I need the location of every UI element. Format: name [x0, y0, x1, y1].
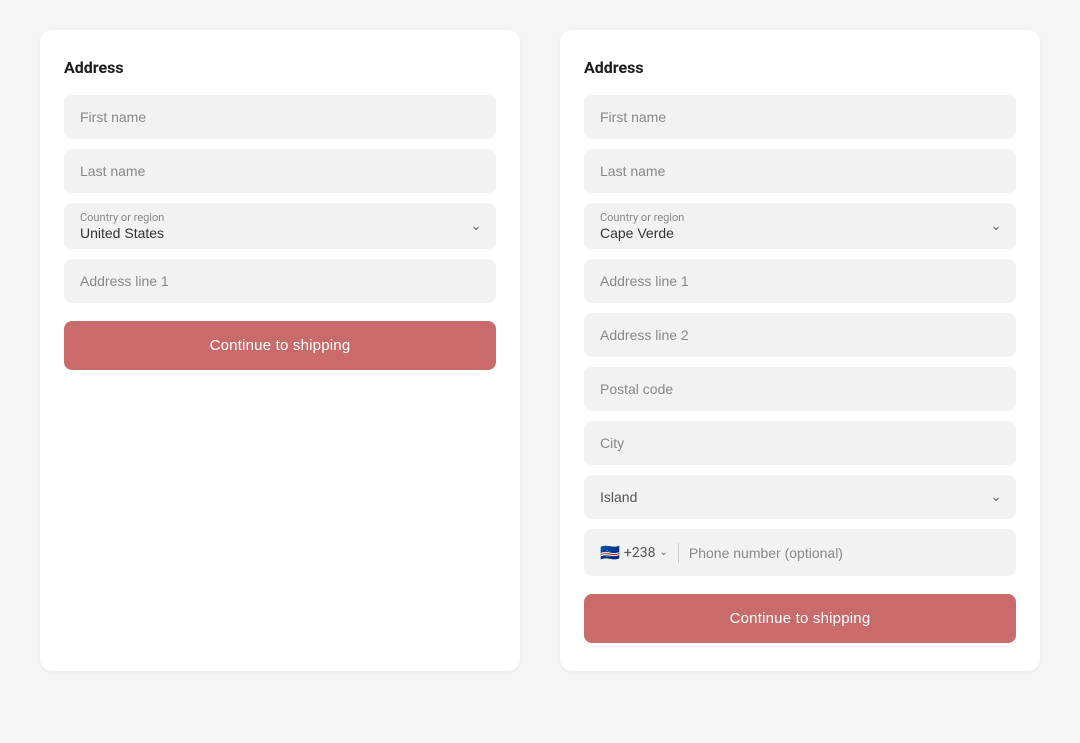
- right-panel: Address Country or region Cape Verde Uni…: [560, 30, 1040, 671]
- phone-divider: [678, 543, 679, 563]
- right-phone-input[interactable]: [689, 531, 1000, 575]
- right-city-input[interactable]: [584, 421, 1016, 465]
- right-continue-button[interactable]: Continue to shipping: [584, 594, 1016, 643]
- right-phone-flag-code[interactable]: 🇨🇻 +238 ⌄: [600, 529, 668, 576]
- left-panel-title: Address: [64, 58, 496, 77]
- right-phone-chevron-icon: ⌄: [659, 547, 667, 558]
- left-first-name-input[interactable]: [64, 95, 496, 139]
- right-island-select-wrapper: Island Sal Santiago São Vicente ⌄: [584, 475, 1016, 519]
- right-panel-title: Address: [584, 58, 1016, 77]
- left-last-name-input[interactable]: [64, 149, 496, 193]
- right-postal-code-input[interactable]: [584, 367, 1016, 411]
- right-first-name-input[interactable]: [584, 95, 1016, 139]
- left-country-select-wrapper: Country or region United States Cape Ver…: [64, 203, 496, 249]
- left-address-line1-input[interactable]: [64, 259, 496, 303]
- right-country-select-wrapper: Country or region Cape Verde United Stat…: [584, 203, 1016, 249]
- right-phone-code: +238: [624, 545, 656, 561]
- right-country-select[interactable]: Cape Verde United States Canada United K…: [584, 203, 1016, 249]
- left-continue-button[interactable]: Continue to shipping: [64, 321, 496, 370]
- right-address-line1-input[interactable]: [584, 259, 1016, 303]
- cape-verde-flag-icon: 🇨🇻: [600, 543, 620, 562]
- right-phone-row: 🇨🇻 +238 ⌄: [584, 529, 1016, 576]
- left-country-select[interactable]: United States Cape Verde Canada United K…: [64, 203, 496, 249]
- page-container: Address Country or region United States …: [20, 30, 1060, 671]
- left-panel: Address Country or region United States …: [40, 30, 520, 671]
- right-last-name-input[interactable]: [584, 149, 1016, 193]
- right-island-select[interactable]: Island Sal Santiago São Vicente: [584, 475, 1016, 519]
- right-address-line2-input[interactable]: [584, 313, 1016, 357]
